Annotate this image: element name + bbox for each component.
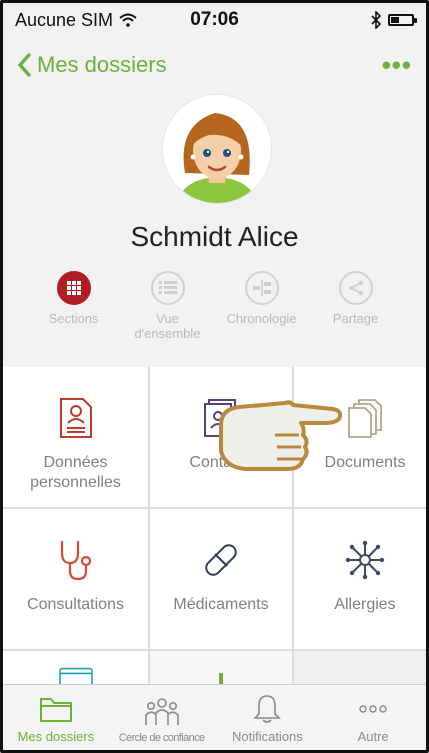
navigation-bar: Mes dossiers •••: [3, 37, 426, 93]
view-timeline[interactable]: Chronologie: [225, 271, 299, 341]
allergy-icon: [345, 540, 385, 580]
grid-icon: [66, 281, 81, 295]
timeline-icon: [252, 280, 271, 296]
view-share[interactable]: Partage: [319, 271, 393, 341]
tile-consultations[interactable]: Consultations: [3, 509, 148, 649]
bluetooth-icon: [371, 11, 382, 29]
list-icon: [158, 281, 177, 294]
share-icon: [348, 280, 363, 296]
pill-icon: [205, 544, 237, 576]
tile-label: Documents: [324, 454, 406, 471]
stethoscope-icon: [60, 541, 91, 581]
view-overview[interactable]: Vue d'ensemble: [131, 271, 205, 341]
avatar[interactable]: [163, 95, 271, 203]
tile-label: Consultations: [27, 596, 124, 613]
tile-label: Médicaments: [173, 596, 269, 613]
view-label: Sections: [48, 311, 99, 326]
documents-icon: [348, 399, 382, 438]
view-selector: Sections Vue d'ensemble Chronologie Part…: [3, 271, 426, 341]
app-screen: Aucune SIM 07:06 Mes dossiers ••• Schmid…: [0, 0, 429, 753]
tile-personal-data[interactable]: Données personnelles: [3, 367, 148, 507]
tab-label: Mes dossiers: [17, 729, 95, 744]
people-icon: [144, 698, 179, 725]
tab-mes-dossiers[interactable]: Mes dossiers: [3, 685, 109, 750]
tile-medications[interactable]: Médicaments: [150, 509, 292, 649]
tile-label: Allergies: [334, 596, 396, 613]
clock: 07:06: [190, 9, 239, 30]
bell-icon: [253, 695, 282, 723]
tile-contacts[interactable]: Contacts: [150, 367, 292, 507]
more-icon: [359, 705, 387, 713]
view-sections[interactable]: Sections: [37, 271, 111, 341]
tab-label: Autre: [357, 729, 389, 744]
tab-autre[interactable]: Autre: [320, 685, 426, 750]
tile-label: Données personnelles: [30, 454, 121, 491]
view-label: Chronologie: [226, 311, 297, 326]
more-options-button[interactable]: •••: [382, 50, 412, 81]
tab-cercle-de-confiance[interactable]: Cercle de confiance: [109, 685, 215, 750]
carrier-label: Aucune SIM: [15, 9, 114, 30]
back-label: Mes dossiers: [37, 52, 167, 77]
chevron-left-icon: [17, 53, 31, 77]
tab-notifications[interactable]: Notifications: [215, 685, 321, 750]
folder-icon: [39, 698, 72, 722]
avatar-illustration: [163, 95, 271, 203]
tab-label: Cercle de confiance: [118, 732, 205, 744]
patient-name: Schmidt Alice: [130, 221, 299, 252]
view-label: Partage: [332, 311, 379, 326]
wifi-icon: [119, 13, 137, 27]
back-button[interactable]: Mes dossiers: [17, 52, 167, 78]
contacts-icon: [204, 399, 236, 437]
battery-icon: [388, 14, 417, 26]
bottom-tab-bar: Mes dossiers Cercle de confiance Notific…: [3, 684, 426, 750]
tile-label: Contacts: [189, 454, 253, 471]
tab-label: Notifications: [231, 729, 303, 744]
personal-data-icon: [59, 398, 92, 438]
tile-allergies[interactable]: Allergies: [294, 509, 426, 649]
tile-documents[interactable]: Documents: [294, 367, 426, 507]
sections-grid: Données personnelles Contacts Documents …: [3, 367, 426, 693]
view-label: Vue d'ensemble: [134, 311, 201, 341]
status-bar: Aucune SIM 07:06: [3, 3, 426, 37]
